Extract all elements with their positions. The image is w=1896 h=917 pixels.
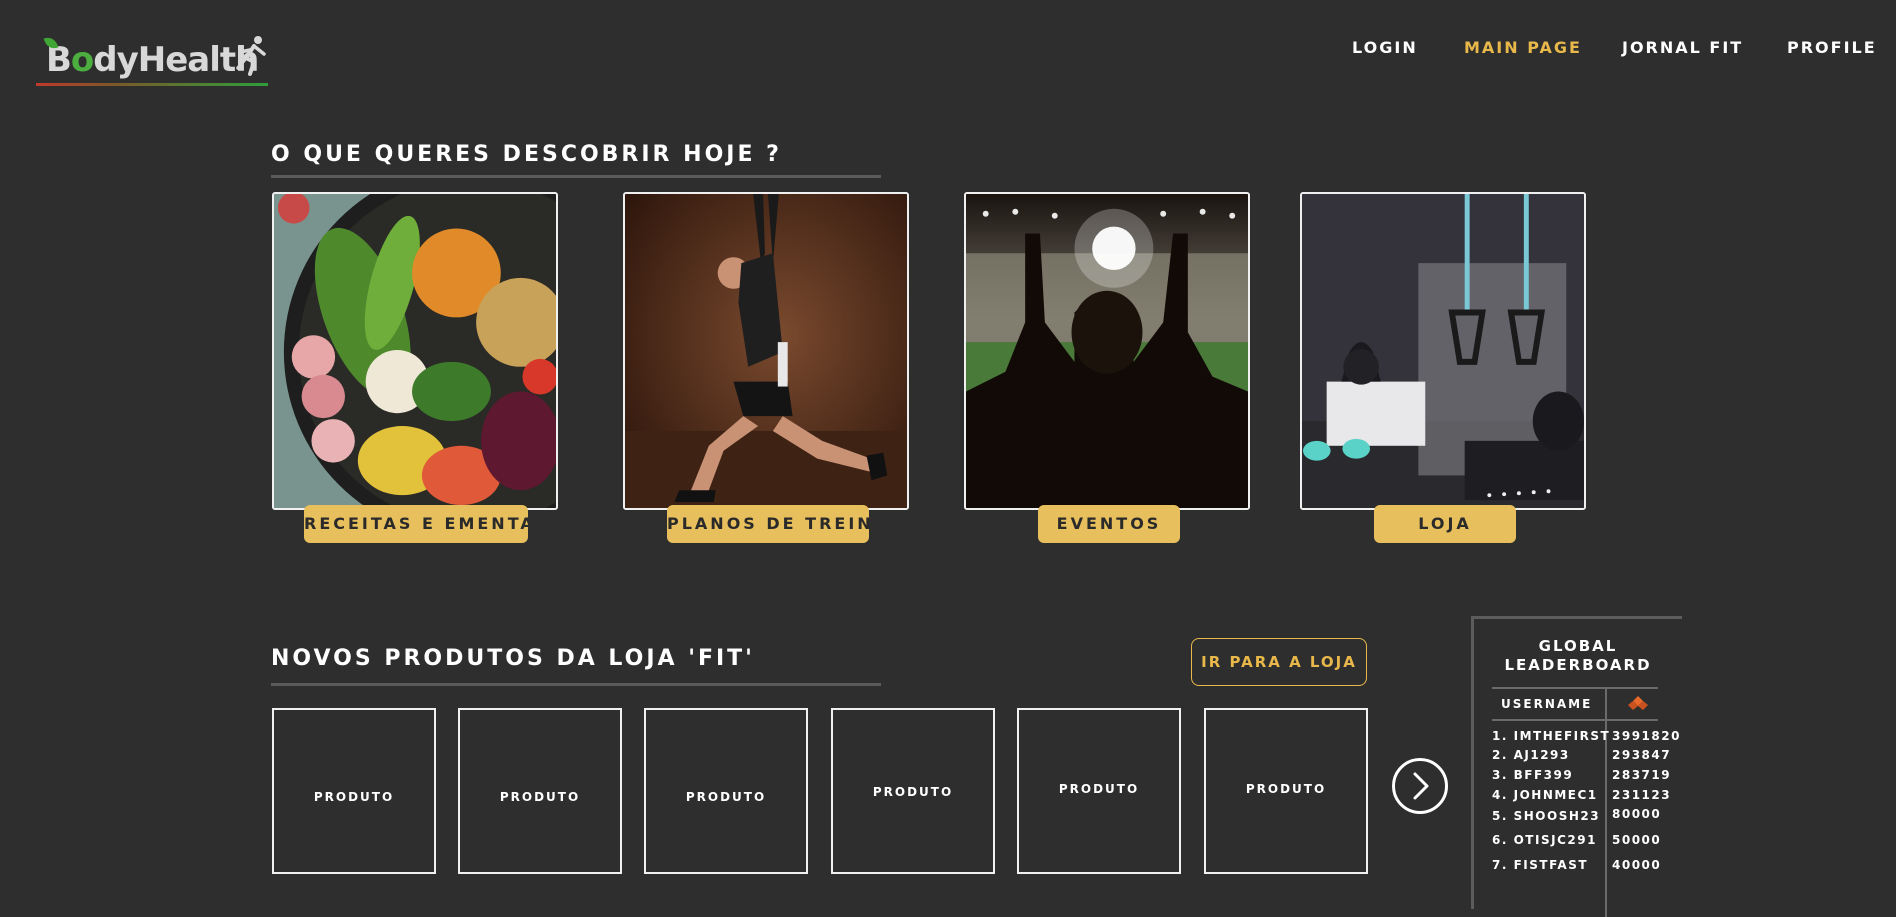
leaderboard-score: 40000 [1612, 858, 1662, 872]
brand-logo[interactable]: BodyHealth [36, 32, 268, 88]
athlete-lunge-image [625, 194, 907, 508]
chevron-right-icon [1413, 772, 1429, 800]
eventos-button[interactable]: EVENTOS [1038, 505, 1180, 543]
food-bowl-image [274, 194, 556, 508]
leaderboard-row: 7. FISTFAST [1492, 858, 1589, 872]
product-card[interactable]: PRODUTO [458, 708, 622, 874]
product-card[interactable]: PRODUTO [644, 708, 808, 874]
card-planos[interactable] [623, 192, 909, 510]
receitas-button[interactable]: RECEITAS E EMENTAS [304, 505, 528, 543]
product-card[interactable]: PRODUTO [1204, 708, 1368, 874]
leaderboard-score: 293847 [1612, 748, 1672, 762]
logo-underline [36, 83, 268, 86]
leaderboard-header-divider [1492, 719, 1658, 721]
store-divider [271, 683, 881, 686]
leaderboard-col-username: USERNAME [1501, 697, 1593, 711]
product-label: PRODUTO [499, 790, 581, 804]
nav-main-page[interactable]: MAIN PAGE [1464, 38, 1582, 57]
nav-login[interactable]: LOGIN [1352, 38, 1418, 57]
card-loja[interactable] [1300, 192, 1586, 510]
product-label: PRODUTO [313, 790, 395, 804]
loja-button[interactable]: LOJA [1374, 505, 1516, 543]
nav-jornal-fit[interactable]: JORNAL FIT [1622, 38, 1743, 57]
leaderboard-row: 2. AJ1293 [1492, 748, 1570, 762]
go-to-store-button[interactable]: IR PARA A LOJA [1191, 638, 1367, 686]
leaderboard-row: 3. BFF399 [1492, 768, 1574, 782]
discover-title: O QUE QUERES DESCOBRIR HOJE ? [271, 142, 782, 167]
discover-divider [271, 175, 881, 178]
leaderboard-score: 50000 [1612, 833, 1662, 847]
nav-profile[interactable]: PROFILE [1787, 38, 1877, 57]
store-title: NOVOS PRODUTOS DA LOJA 'FIT' [271, 646, 755, 671]
product-label: PRODUTO [872, 785, 954, 799]
product-label: PRODUTO [685, 790, 767, 804]
global-leaderboard: GLOBAL LEADERBOARD USERNAME 1. IMTHEFIRS… [1471, 616, 1682, 917]
card-receitas[interactable] [272, 192, 558, 510]
leaderboard-row: 6. OTISJC291 [1492, 833, 1597, 847]
product-card[interactable]: PRODUTO [831, 708, 995, 874]
leaderboard-column-divider [1605, 687, 1607, 917]
leaderboard-score: 283719 [1612, 768, 1672, 782]
product-label: PRODUTO [1058, 782, 1140, 796]
card-eventos[interactable] [964, 192, 1250, 510]
leaderboard-row: 5. SHOOSH23 [1492, 809, 1601, 823]
product-label: PRODUTO [1245, 782, 1327, 796]
brand-name: BodyHealth [46, 40, 259, 80]
product-card[interactable]: PRODUTO [272, 708, 436, 874]
leaderboard-score: 80000 [1612, 807, 1662, 821]
product-card[interactable]: PRODUTO [1017, 708, 1181, 874]
leaderboard-score: 231123 [1612, 788, 1672, 802]
diamond-icon [1628, 696, 1648, 710]
leaderboard-row: 1. IMTHEFIRST [1492, 729, 1611, 743]
leaderboard-divider [1492, 687, 1658, 689]
gym-equipment-image [1302, 194, 1584, 508]
planos-button[interactable]: PLANOS DE TREINO [667, 505, 869, 543]
leaderboard-title: GLOBAL LEADERBOARD [1504, 637, 1652, 674]
stadium-fan-image [966, 194, 1248, 508]
leaderboard-row: 4. JOHNMEC1 [1492, 788, 1598, 802]
runner-icon [236, 36, 266, 76]
leaderboard-score: 3991820 [1612, 729, 1681, 743]
next-products-button[interactable] [1392, 758, 1448, 814]
